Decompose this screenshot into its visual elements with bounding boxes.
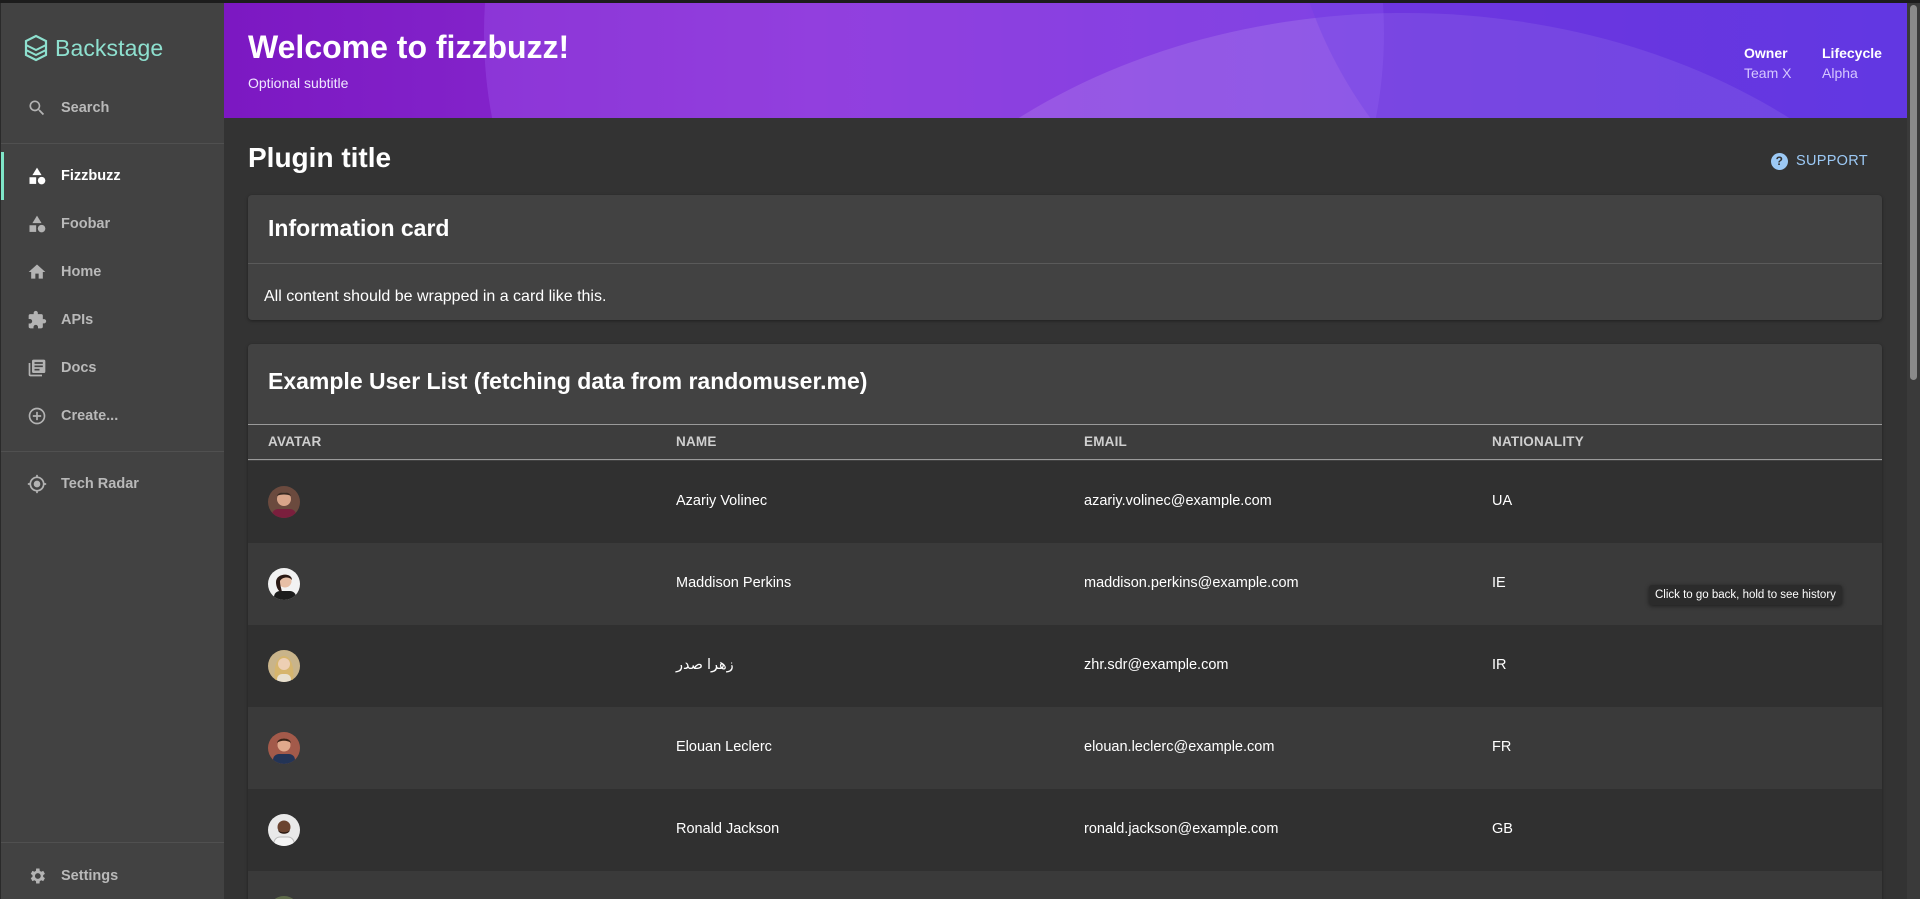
lifecycle-value: Alpha (1822, 65, 1858, 81)
puzzle-icon (28, 310, 47, 329)
shapes-icon (29, 215, 46, 233)
support-label: SUPPORT (1796, 153, 1868, 169)
sidebar-item-settings[interactable]: Settings (1, 852, 225, 899)
page-title: Welcome to fizzbuzz! (248, 29, 570, 65)
sidebar-item-tech-radar[interactable]: Tech Radar (1, 460, 225, 508)
shapes-icon (29, 167, 46, 185)
user-name: زهرا صدر (676, 657, 734, 673)
user-email: azariy.volinec@example.com (1084, 493, 1272, 509)
sidebar-item-foobar[interactable]: Foobar (1, 200, 225, 248)
table-row[interactable]: Maddison Perkins maddison.perkins@exampl… (248, 543, 1882, 625)
sidebar-search-label: Search (61, 100, 110, 116)
sidebar-item-label: Create... (61, 408, 119, 424)
user-email: zhr.sdr@example.com (1084, 657, 1229, 673)
information-card: Information card All content should be w… (248, 195, 1882, 320)
user-nationality: IE (1492, 575, 1506, 591)
sidebar-item-label: Foobar (61, 216, 111, 232)
sidebar-item-label: Fizzbuzz (61, 168, 121, 184)
scrollbar-thumb[interactable] (1910, 5, 1917, 380)
sidebar: Backstage Search Fizzbuzz Foobar Home AP… (0, 0, 225, 899)
column-header-name[interactable]: NAME (676, 434, 717, 449)
table-row[interactable]: زهرا صدر zhr.sdr@example.com IR (248, 625, 1882, 707)
sidebar-item-home[interactable]: Home (1, 248, 225, 296)
lifecycle-meta: Lifecycle Alpha (1822, 45, 1882, 81)
sidebar-item-fizzbuzz[interactable]: Fizzbuzz (1, 152, 225, 200)
backstage-logo-icon (24, 34, 48, 62)
avatar (268, 650, 300, 682)
owner-value: Team X (1744, 65, 1792, 81)
user-email: ronald.jackson@example.com (1084, 821, 1279, 837)
home-icon (28, 264, 46, 279)
table-row[interactable]: Elouan Leclerc elouan.leclerc@example.co… (248, 707, 1882, 789)
search-icon (29, 100, 45, 116)
page-subtitle: Optional subtitle (248, 75, 349, 91)
table-row[interactable]: Azariy Volinec azariy.volinec@example.co… (248, 461, 1882, 543)
app-name: Backstage (55, 34, 164, 61)
sidebar-item-create[interactable]: Create... (1, 392, 225, 440)
user-name: Maddison Perkins (676, 575, 792, 591)
help-icon: ? (1771, 152, 1788, 170)
user-nationality: GB (1492, 821, 1513, 837)
card-title: Information card (268, 215, 450, 241)
header-decoration (1284, 3, 1907, 118)
sidebar-divider (1, 451, 225, 452)
sidebar-item-label: Settings (61, 868, 119, 884)
sidebar-divider (1, 842, 225, 843)
add-circle-icon (28, 407, 46, 425)
page-header: Welcome to fizzbuzz! Optional subtitle O… (224, 3, 1907, 118)
avatar (268, 732, 300, 764)
table-row[interactable]: Ronald Jackson ronald.jackson@example.co… (248, 789, 1882, 871)
user-nationality: FR (1492, 739, 1512, 755)
gear-icon (30, 868, 45, 884)
sidebar-item-label: Tech Radar (61, 476, 139, 492)
card-title: Example User List (fetching data from ra… (268, 368, 868, 394)
backstage-logo[interactable]: Backstage (23, 30, 163, 66)
column-header-avatar[interactable]: AVATAR (268, 434, 321, 449)
card-body: All content should be wrapped in a card … (264, 288, 607, 305)
page-scrollbar[interactable] (1907, 3, 1920, 899)
user-name: Azariy Volinec (676, 493, 768, 509)
avatar (268, 486, 300, 518)
sidebar-item-label: APIs (61, 312, 94, 328)
user-name: Elouan Leclerc (676, 739, 772, 755)
library-icon (28, 359, 46, 377)
avatar (268, 814, 300, 846)
user-nationality: UA (1492, 493, 1513, 509)
user-nationality: IR (1492, 657, 1507, 673)
support-button[interactable]: ? SUPPORT (1771, 149, 1868, 173)
main-content: Plugin title ? SUPPORT Information card … (224, 118, 1907, 899)
table-header: AVATAR NAME EMAIL NATIONALITY (248, 424, 1882, 460)
radar-icon (27, 474, 47, 494)
table-row[interactable] (248, 871, 1882, 899)
sidebar-search[interactable]: Search (1, 84, 225, 132)
user-list-card: Example User List (fetching data from ra… (248, 344, 1882, 899)
sidebar-item-label: Home (61, 264, 102, 280)
sidebar-item-docs[interactable]: Docs (1, 344, 225, 392)
plugin-title: Plugin title (248, 142, 392, 173)
owner-meta: Owner Team X (1744, 45, 1791, 81)
card-divider (248, 263, 1882, 264)
sidebar-divider (1, 143, 225, 144)
user-email: elouan.leclerc@example.com (1084, 739, 1275, 755)
column-header-nationality[interactable]: NATIONALITY (1492, 434, 1584, 449)
sidebar-item-apis[interactable]: APIs (1, 296, 225, 344)
sidebar-item-label: Docs (61, 360, 97, 376)
avatar (268, 568, 300, 600)
owner-label: Owner (1744, 45, 1788, 61)
user-name: Ronald Jackson (676, 821, 780, 837)
back-button-tooltip: Click to go back, hold to see history (1649, 585, 1842, 605)
window-top-border (0, 0, 1920, 3)
user-email: maddison.perkins@example.com (1084, 575, 1299, 591)
lifecycle-label: Lifecycle (1822, 45, 1882, 61)
column-header-email[interactable]: EMAIL (1084, 434, 1127, 449)
